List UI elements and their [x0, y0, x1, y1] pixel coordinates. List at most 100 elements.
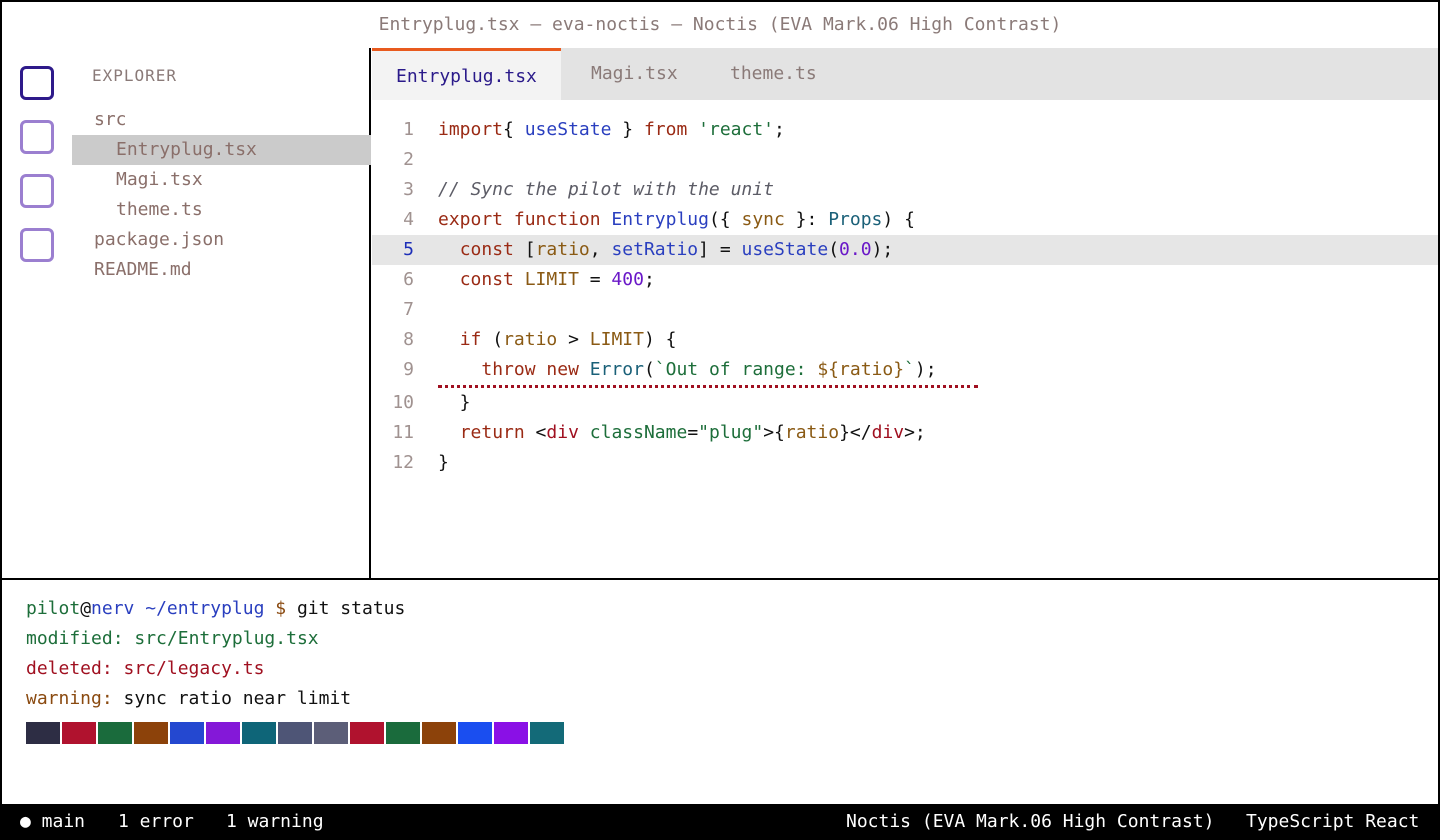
code-token: className: [589, 422, 688, 443]
palette-swatch: [242, 722, 276, 744]
file-tree-item[interactable]: Magi.tsx: [72, 165, 371, 195]
code-line[interactable]: 10 }: [372, 388, 1438, 418]
code-token: const: [459, 269, 514, 290]
code-token: "plug": [698, 422, 764, 443]
code-token: }: [438, 452, 449, 473]
code-token: from: [643, 119, 688, 140]
palette-swatch: [458, 722, 492, 744]
code-token: ] =: [698, 239, 742, 260]
terminal-value: src/Entryplug.tsx: [123, 628, 319, 649]
editor-tab[interactable]: Entryplug.tsx: [372, 48, 561, 100]
code-token: LIMIT: [589, 329, 644, 350]
editor-tab[interactable]: Magi.tsx: [567, 48, 702, 100]
line-number: 5: [403, 239, 414, 260]
terminal-panel[interactable]: pilot@nerv ~/entryplug $ git status modi…: [2, 578, 1438, 804]
code-token: );: [871, 239, 894, 260]
code-token: useState: [524, 119, 612, 140]
line-number: 6: [403, 269, 414, 290]
code-token: <: [524, 422, 547, 443]
line-number: 4: [403, 209, 414, 230]
file-tree-item[interactable]: src: [72, 105, 371, 135]
search-icon[interactable]: [20, 120, 54, 154]
code-line[interactable]: 8 if (ratio > LIMIT) {: [372, 325, 1438, 355]
code-line[interactable]: 4 export function Entryplug({ sync }: Pro…: [372, 205, 1438, 235]
terminal-output-line: modified: src/Entryplug.tsx: [26, 624, 319, 654]
code-token: throw: [481, 359, 536, 380]
palette-swatch: [314, 722, 348, 744]
warning-count[interactable]: 1 warning: [226, 804, 324, 840]
code-token: =: [578, 269, 612, 290]
code-line[interactable]: 11 return <div className="plug">{ratio}<…: [372, 418, 1438, 448]
code-token: ) {: [643, 329, 677, 350]
code-text: if (ratio > LIMIT) {: [438, 325, 677, 355]
editor-tab[interactable]: theme.ts: [706, 48, 841, 100]
code-text: // Sync the pilot with the unit: [438, 175, 774, 205]
file-tree-item[interactable]: package.json: [72, 225, 371, 255]
code-token: }: [438, 392, 471, 413]
code-token: div: [871, 422, 905, 443]
activity-bar: [2, 48, 72, 578]
code-line[interactable]: 6 const LIMIT = 400;: [372, 265, 1438, 295]
code-line[interactable]: 9 throw new Error(`Out of range: ${ratio…: [372, 355, 1438, 385]
explorer-icon[interactable]: [20, 66, 54, 100]
sidebar-title: EXPLORER: [92, 66, 178, 85]
code-token: Props: [828, 209, 883, 230]
code-token: ratio: [784, 422, 840, 443]
code-text: }: [438, 448, 449, 478]
code-token: `: [904, 359, 915, 380]
code-token: ;: [774, 119, 785, 140]
code-line[interactable]: 12}: [372, 448, 1438, 478]
code-token: ;: [643, 269, 655, 290]
code-token: Entryplug: [611, 209, 709, 230]
explorer-sidebar: EXPLORER src Entryplug.tsx Magi.tsx theme.t…: [72, 48, 371, 578]
code-text: export function Entryplug({ sync }: Prop…: [438, 205, 915, 235]
code-token: =: [687, 422, 699, 443]
code-token: function: [513, 209, 601, 230]
code-token: }: [611, 119, 644, 140]
code-line[interactable]: 3 // Sync the pilot with the unit: [372, 175, 1438, 205]
palette-swatch: [386, 722, 420, 744]
code-token: ratio: [503, 329, 558, 350]
file-tree-item[interactable]: Entryplug.tsx: [72, 135, 371, 165]
code-token: );: [914, 359, 937, 380]
terminal-value: sync ratio near limit: [112, 688, 352, 709]
code-token: >: [557, 329, 590, 350]
code-line[interactable]: 5 const [ratio, setRatio] = useState(0.0…: [372, 235, 1438, 265]
code-line[interactable]: 2: [372, 145, 1438, 175]
file-tree: src Entryplug.tsx Magi.tsx theme.ts package.…: [72, 105, 371, 285]
file-tree-item[interactable]: README.md: [72, 255, 371, 285]
code-text: const LIMIT = 400;: [438, 265, 655, 295]
error-count[interactable]: 1 error: [118, 804, 194, 840]
code-token: }</: [839, 422, 872, 443]
code-token: [: [513, 239, 536, 260]
branch-indicator[interactable]: ● main: [20, 804, 85, 840]
terminal-output-line: warning: sync ratio near limit: [26, 684, 351, 714]
code-token: // Sync the pilot with the unit: [438, 179, 774, 200]
line-number: 8: [403, 329, 414, 350]
source-control-icon[interactable]: [20, 174, 54, 208]
code-line[interactable]: 7: [372, 295, 1438, 325]
editor-window: Entryplug.tsx — eva-noctis — Noctis (EVA…: [0, 0, 1440, 840]
code-line[interactable]: 1 import{ useState } from 'react';: [372, 115, 1438, 145]
prompt-symbol: $: [264, 598, 287, 619]
code-token: }:: [784, 209, 829, 230]
palette-swatch: [422, 722, 456, 744]
palette-swatch: [278, 722, 312, 744]
palette-swatch: [98, 722, 132, 744]
extensions-icon[interactable]: [20, 228, 54, 262]
palette-swatch: [170, 722, 204, 744]
language-mode[interactable]: TypeScript React: [1246, 804, 1419, 840]
file-tree-item[interactable]: theme.ts: [72, 195, 371, 225]
line-number: 11: [392, 422, 414, 443]
code-area[interactable]: 1 import{ useState } from 'react'; 2 3 // Sy…: [372, 115, 1438, 478]
theme-indicator[interactable]: Noctis (EVA Mark.06 High Contrast): [846, 804, 1214, 840]
tab-bar: Entryplug.tsx Magi.tsx theme.ts: [372, 48, 1438, 100]
code-token: 'react': [698, 119, 774, 140]
